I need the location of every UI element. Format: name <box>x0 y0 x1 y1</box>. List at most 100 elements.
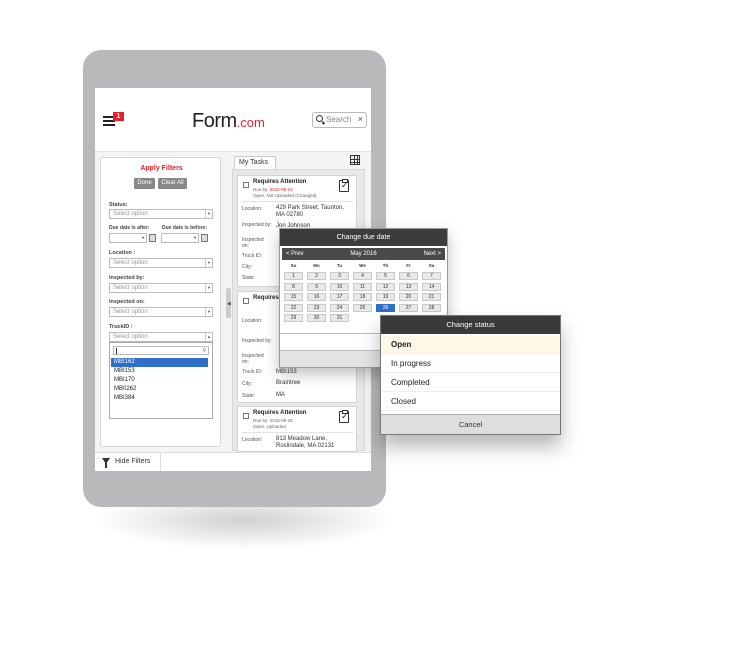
calendar-day[interactable]: 14 <box>422 282 441 291</box>
calendar-day[interactable]: 20 <box>399 293 418 301</box>
status-option-closed[interactable]: Closed <box>381 392 560 411</box>
task-title: Requires Attention <box>253 410 307 416</box>
inspected-on-filter-select[interactable]: Select option ▼ <box>109 307 213 317</box>
due-date: 2016-05-24 <box>269 187 293 192</box>
inspected-by-filter-select[interactable]: Select option ▼ <box>109 283 213 293</box>
calendar-day-selected[interactable]: 26 <box>376 303 395 312</box>
weekday-label: Mo <box>313 263 320 268</box>
truck-option[interactable]: MBI153 <box>111 367 208 376</box>
hide-filters-label: Hide Filters <box>115 458 151 465</box>
calendar-day[interactable]: 16 <box>307 293 326 301</box>
calendar-day[interactable]: 31 <box>330 314 349 322</box>
done-button[interactable]: Done <box>134 178 155 189</box>
calendar-day[interactable]: 25 <box>353 303 372 312</box>
task-status: Open, Uploaded <box>253 424 286 429</box>
truck-option-selected[interactable]: MBI162 <box>111 358 208 367</box>
chevron-down-icon: ▼ <box>205 308 212 316</box>
dropdown-search-input[interactable]: ⚲ <box>113 346 209 355</box>
calendar-day[interactable]: 1 <box>284 272 303 280</box>
calendar-icon[interactable] <box>201 234 208 242</box>
calendar-day[interactable]: 3 <box>330 272 349 280</box>
search-icon: ⚲ <box>202 348 206 354</box>
status-option-completed[interactable]: Completed <box>381 373 560 392</box>
calendar-day[interactable]: 23 <box>307 303 326 312</box>
month-label: May 2016 <box>350 251 377 257</box>
calendar-day[interactable]: 9 <box>307 282 326 291</box>
cancel-button[interactable]: Cancel <box>381 414 560 434</box>
calendar-day[interactable]: 5 <box>376 272 395 280</box>
status-option-open[interactable]: Open <box>381 335 560 354</box>
task-checkbox[interactable] <box>243 298 249 304</box>
calendar-day[interactable]: 2 <box>307 272 326 280</box>
clipboard-check-icon[interactable] <box>339 179 349 192</box>
next-month-button[interactable]: Next > <box>423 248 441 260</box>
truck-option[interactable]: MBI384 <box>111 394 208 403</box>
calendar-day[interactable]: 21 <box>422 293 441 301</box>
due-after-select[interactable]: ▼ <box>109 233 147 243</box>
location-filter-value: Select option <box>113 260 148 266</box>
truck-option[interactable]: MBI170 <box>111 376 208 385</box>
truck-id-filter-select[interactable]: Select option ▲ <box>109 332 213 342</box>
search-input[interactable]: Search × <box>312 112 367 128</box>
status-option-in-progress[interactable]: In progress <box>381 354 560 373</box>
app-header: 1 Form.com Search × <box>95 88 371 152</box>
notification-badge[interactable]: 1 <box>113 112 124 121</box>
calendar-day[interactable]: 15 <box>284 293 303 301</box>
clipboard-check-icon[interactable] <box>339 410 349 423</box>
calendar-day[interactable]: 8 <box>284 282 303 291</box>
logo-suffix-text: .com <box>236 115 265 130</box>
apply-filters-title: Apply Filters <box>140 165 183 172</box>
clear-search-icon[interactable]: × <box>358 114 363 124</box>
clear-all-button[interactable]: Clear All <box>158 178 187 189</box>
calendar-day[interactable]: 24 <box>330 303 349 312</box>
inspected-on-key: Inspected on: <box>242 237 264 249</box>
due-before-select[interactable]: ▼ <box>161 233 199 243</box>
table-view-icon[interactable] <box>350 155 360 165</box>
task-checkbox[interactable] <box>243 182 249 188</box>
weekday-label: Sa <box>428 263 435 268</box>
calendar-day[interactable]: 12 <box>376 282 395 291</box>
task-due-line: Due by: 2016-05-24 <box>253 187 293 192</box>
calendar-day[interactable]: 13 <box>399 282 418 291</box>
calendar-day[interactable]: 10 <box>330 282 349 291</box>
city-key: City: <box>242 264 252 270</box>
task-checkbox[interactable] <box>243 413 249 419</box>
calendar-day[interactable]: 27 <box>399 303 418 312</box>
truck-id-key: Truck ID: <box>242 369 263 375</box>
weekday-label: Su <box>290 263 297 268</box>
due-date: 2016-05-26 <box>269 418 293 423</box>
inspected-by-filter-value: Select option <box>113 285 148 291</box>
calendar-day[interactable]: 19 <box>376 293 395 301</box>
calendar-day[interactable]: 7 <box>422 272 441 280</box>
dialog-title: Change status <box>381 316 560 334</box>
chevron-left-icon: ◀ <box>227 301 231 307</box>
calendar-day[interactable]: 17 <box>330 293 349 301</box>
truck-option[interactable]: MB0262 <box>111 385 208 394</box>
calendar-day[interactable]: 29 <box>284 314 303 322</box>
calendar-day[interactable]: 11 <box>353 282 372 291</box>
calendar-day[interactable]: 4 <box>353 272 372 280</box>
weekday-label: Th <box>382 263 389 268</box>
state-value: MA <box>276 392 285 398</box>
city-key: City: <box>242 381 252 387</box>
calendar-day[interactable]: 30 <box>307 314 326 322</box>
calendar-icon[interactable] <box>149 234 156 242</box>
task-status: Open, Not Uploaded (Changed) <box>253 193 317 198</box>
task-card[interactable]: Requires Attention Due by: 2016-05-26 Op… <box>237 406 357 452</box>
panel-splitter-handle[interactable]: ◀ <box>226 288 231 318</box>
weekday-label: Tu <box>336 263 343 268</box>
calendar-day[interactable]: 6 <box>399 272 418 280</box>
hide-filters-bar[interactable]: Hide Filters <box>95 452 371 471</box>
tab-my-tasks[interactable]: My Tasks <box>234 156 276 169</box>
calendar-day[interactable]: 22 <box>284 303 303 312</box>
filter-icon <box>102 458 110 468</box>
calendar-day[interactable]: 18 <box>353 293 372 301</box>
calendar-day[interactable]: 28 <box>422 303 441 312</box>
status-filter-select[interactable]: Select option ▼ <box>109 209 213 219</box>
chevron-down-icon: ▼ <box>193 235 197 240</box>
location-filter-select[interactable]: Select option ▼ <box>109 258 213 268</box>
inspected-by-filter-label: Inspected by: <box>109 275 145 281</box>
divider <box>242 432 353 433</box>
divider <box>242 201 353 202</box>
status-filter-value: Select option <box>113 211 148 217</box>
